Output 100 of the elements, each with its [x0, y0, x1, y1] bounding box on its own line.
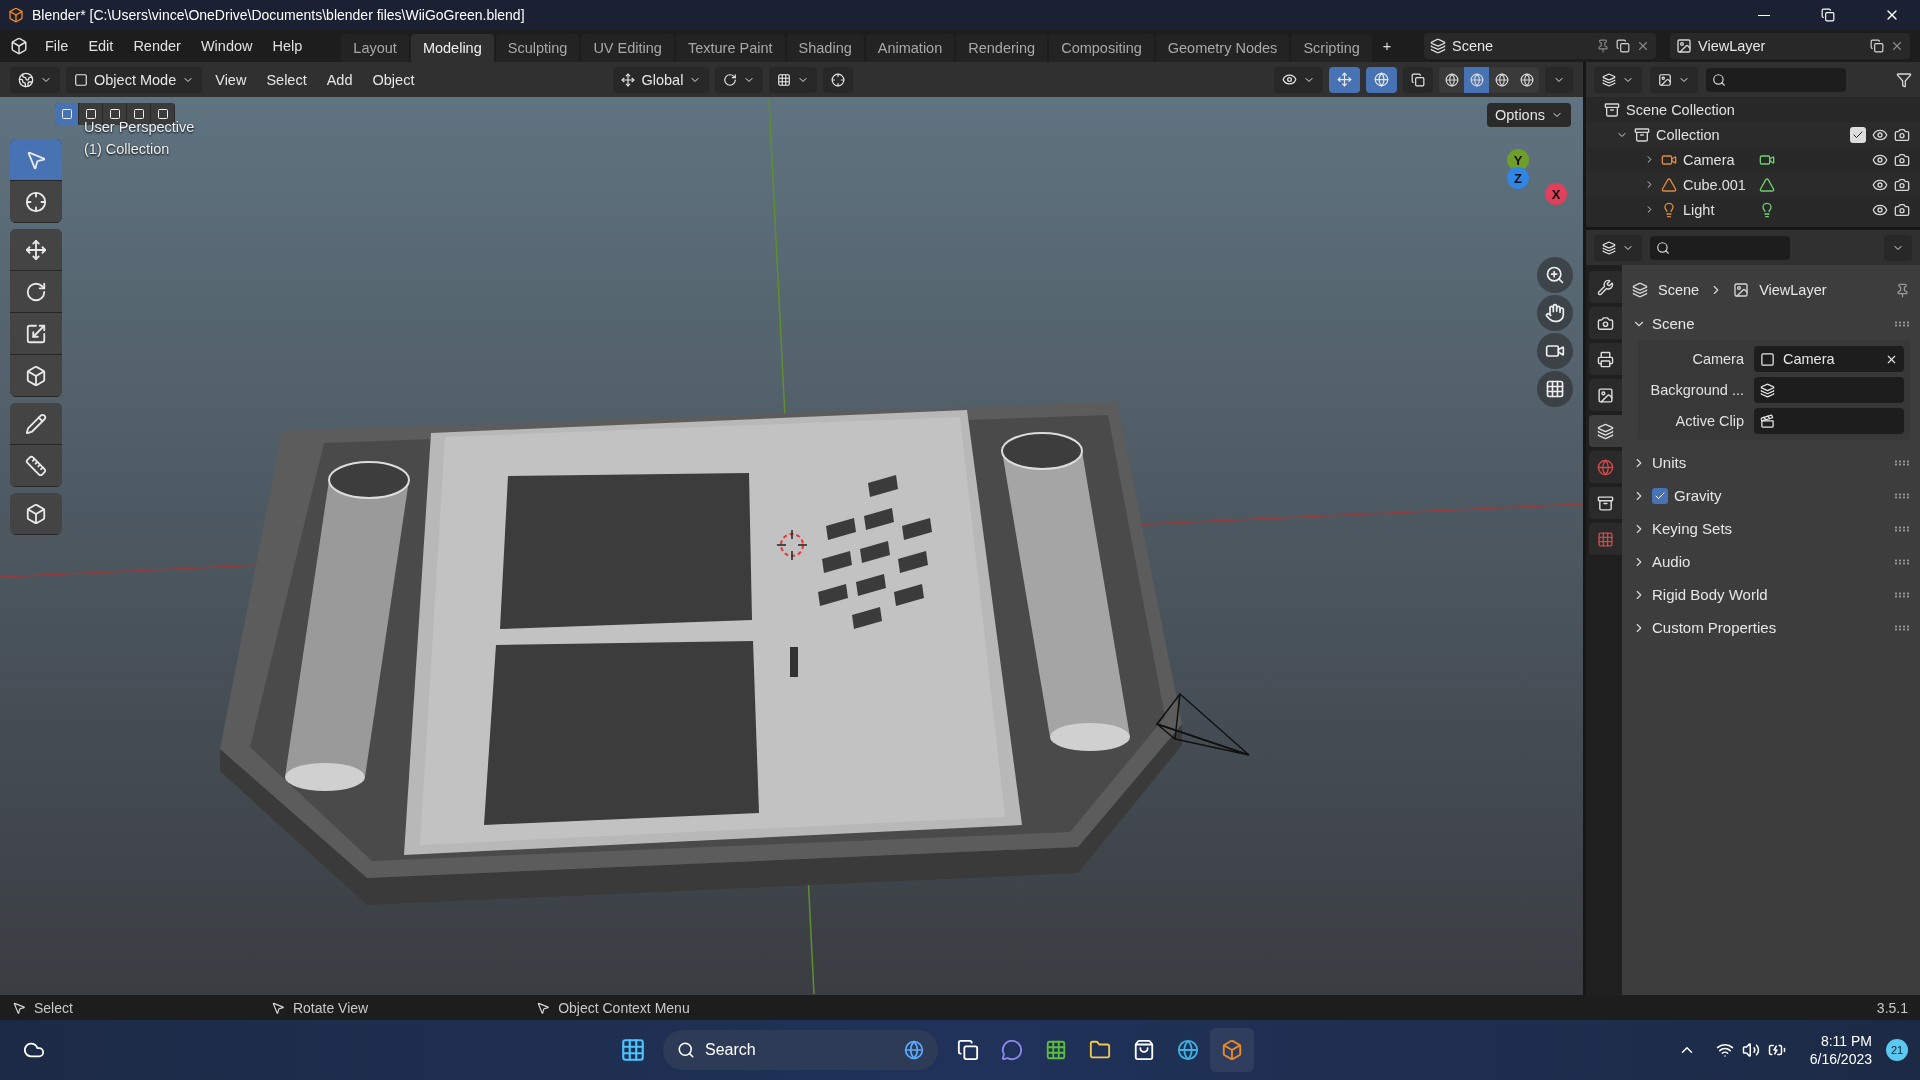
menu-item[interactable]: Edit [79, 34, 123, 58]
panel-header[interactable]: Rigid Body World [1632, 578, 1910, 611]
blender-app-button[interactable] [1210, 1028, 1254, 1073]
scale-tool-button[interactable] [10, 313, 62, 355]
collection-properties-tab[interactable] [1589, 487, 1622, 519]
outliner-item[interactable]: Scene Collection [1626, 101, 1735, 118]
camera-view-button[interactable] [1537, 333, 1573, 369]
scene-properties-tab[interactable] [1589, 415, 1622, 447]
panel-header[interactable]: Keying Sets [1632, 512, 1910, 545]
measure-tool-button[interactable] [10, 445, 62, 487]
editor-type-button[interactable] [10, 66, 60, 93]
data-field[interactable]: Camera [1754, 346, 1904, 372]
workspace-tab[interactable]: UV Editing [581, 34, 674, 62]
header-menu-item[interactable]: View [208, 67, 254, 92]
shading-mode-button[interactable] [1464, 66, 1489, 93]
header-menu-item[interactable]: Add [319, 67, 360, 92]
menu-item[interactable]: Help [263, 34, 312, 58]
wifi-icon[interactable] [1715, 1041, 1734, 1060]
mode-dropdown[interactable]: Object Mode [66, 66, 203, 93]
workspace-tab[interactable]: Animation [865, 34, 955, 62]
workspace-tab[interactable]: Layout [341, 34, 409, 62]
axis-gizmo-handle[interactable]: X [1545, 183, 1567, 205]
output-properties-tab[interactable] [1589, 343, 1622, 375]
panel-header[interactable]: Scene [1632, 307, 1910, 340]
xray-toggle[interactable] [1403, 66, 1433, 93]
close-icon[interactable] [1890, 39, 1904, 53]
exclude-checkbox[interactable] [1850, 126, 1866, 143]
pin-icon[interactable] [1596, 39, 1610, 53]
workspace-tab[interactable]: Compositing [1049, 34, 1154, 62]
menu-item[interactable]: Window [191, 34, 262, 58]
snap-dropdown[interactable] [769, 66, 818, 93]
clock-date[interactable]: 6/16/2023 [1809, 1051, 1872, 1068]
editor-type-button[interactable] [1594, 234, 1642, 261]
clock-time[interactable]: 8:11 PM [1820, 1033, 1872, 1050]
gravity-checkbox[interactable] [1652, 487, 1668, 504]
copy-icon[interactable] [1616, 39, 1630, 53]
outliner-item[interactable]: Light [1683, 201, 1753, 218]
render-camera-icon[interactable] [1894, 201, 1910, 218]
properties-search-field[interactable] [1650, 235, 1790, 260]
add-workspace-button[interactable]: + [1373, 34, 1401, 58]
render-camera-icon[interactable] [1894, 151, 1910, 168]
select-tool-button[interactable] [10, 139, 62, 181]
panel-header[interactable]: Audio [1632, 545, 1910, 578]
workspace-tab[interactable]: Shading [786, 34, 864, 62]
selection-mode-button[interactable] [55, 103, 79, 125]
gizmo-toggle[interactable] [1329, 66, 1360, 93]
transform-tool-button[interactable] [10, 355, 62, 397]
panel-header[interactable]: Units [1632, 446, 1910, 479]
breadcrumb-item[interactable]: Scene [1658, 282, 1700, 298]
speaker-icon[interactable] [1741, 1041, 1760, 1060]
scene-icon[interactable] [1430, 38, 1446, 54]
pin-icon[interactable] [1895, 282, 1910, 298]
render-camera-icon[interactable] [1894, 176, 1910, 193]
close-icon[interactable] [1636, 39, 1650, 53]
filter-icon[interactable] [1896, 71, 1912, 88]
axis-gizmo-handle[interactable]: Y [1507, 149, 1529, 171]
header-menu-item[interactable]: Object [365, 67, 422, 92]
workspace-tab[interactable]: Sculpting [495, 34, 580, 62]
workspace-tab[interactable]: Rendering [956, 34, 1048, 62]
view-layer-properties-tab[interactable] [1589, 379, 1622, 411]
grid-view-button[interactable] [1537, 371, 1573, 407]
workspace-tab[interactable]: Modeling [410, 34, 494, 62]
header-menu-item[interactable]: Select [259, 67, 314, 92]
axis-gizmo-handle[interactable]: Z [1507, 167, 1529, 189]
menu-item[interactable]: File [36, 34, 78, 58]
menu-item[interactable]: Render [124, 34, 190, 58]
data-field[interactable] [1754, 408, 1904, 434]
display-mode-dropdown[interactable] [1594, 66, 1642, 93]
taskbar-search-field[interactable]: Search [663, 1030, 938, 1071]
shading-mode-button[interactable] [1514, 66, 1539, 93]
render-camera-icon[interactable] [1894, 126, 1910, 143]
rotate-tool-button[interactable] [10, 271, 62, 313]
options-dropdown[interactable]: Options [1487, 103, 1571, 127]
copy-icon[interactable] [1870, 39, 1884, 53]
outliner-item[interactable]: Cube.001 [1683, 176, 1753, 193]
pan-hand-button[interactable] [1537, 295, 1573, 331]
shading-mode-button[interactable] [1439, 66, 1464, 93]
shading-mode-button[interactable] [1489, 66, 1514, 93]
move-tool-button[interactable] [10, 229, 62, 271]
outliner-search-field[interactable] [1706, 67, 1846, 92]
tool-properties-tab[interactable] [1589, 271, 1622, 303]
annotate-tool-button[interactable] [10, 403, 62, 445]
breadcrumb-item[interactable]: ViewLayer [1759, 282, 1827, 298]
workspace-tab[interactable]: Scripting [1291, 34, 1372, 62]
data-field[interactable] [1754, 377, 1904, 403]
outliner-item[interactable]: Collection [1656, 126, 1844, 143]
add-cube-tool-button[interactable] [10, 493, 62, 535]
panel-header[interactable]: Gravity [1632, 479, 1910, 512]
cursor-tool-button[interactable] [10, 181, 62, 223]
view-layer-filter-dropdown[interactable] [1650, 66, 1698, 93]
visibility-dropdown[interactable] [1274, 66, 1323, 93]
overlay-toggle[interactable] [1366, 66, 1397, 93]
orientation-dropdown[interactable]: Global [613, 66, 710, 93]
render-properties-tab[interactable] [1589, 307, 1622, 339]
outliner-item[interactable]: Camera [1683, 151, 1753, 168]
zoom-button[interactable] [1537, 257, 1573, 293]
panel-header[interactable]: Custom Properties [1632, 611, 1910, 644]
notification-badge[interactable]: 21 [1886, 1039, 1908, 1062]
view-layer-icon[interactable] [1676, 38, 1692, 54]
proportional-edit-button[interactable] [823, 66, 854, 93]
